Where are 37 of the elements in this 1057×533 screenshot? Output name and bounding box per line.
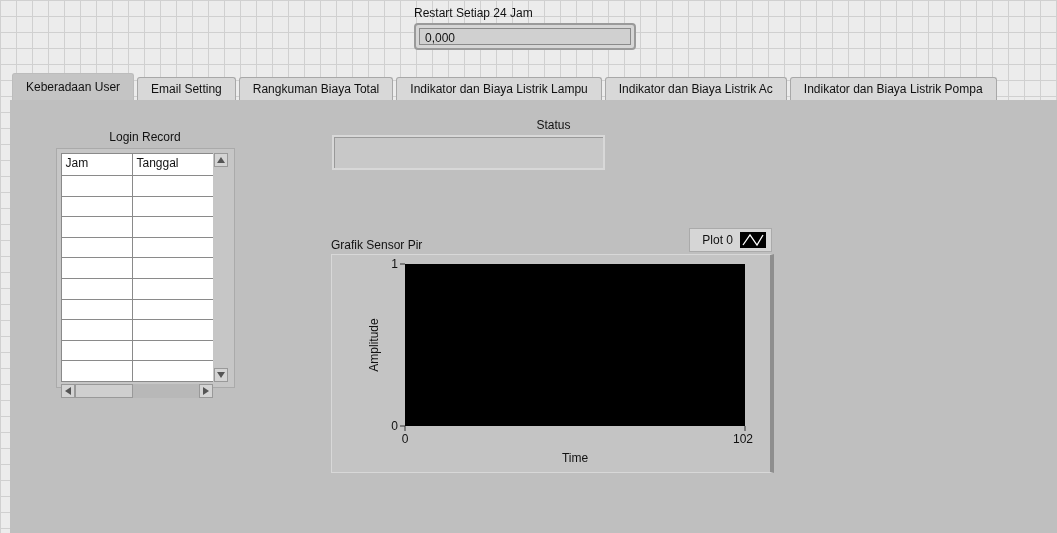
table-cell xyxy=(61,176,132,196)
scroll-left-button[interactable] xyxy=(60,383,75,398)
line-icon xyxy=(740,232,766,248)
table-cell xyxy=(61,320,132,340)
graph-title: Grafik Sensor Pir xyxy=(331,238,423,252)
scroll-down-button[interactable] xyxy=(214,367,228,382)
x-tick-label: 0 xyxy=(401,432,409,446)
tab[interactable]: Keberadaan User xyxy=(12,73,135,100)
table-cell xyxy=(61,340,132,361)
x-axis-label: Time xyxy=(561,451,589,465)
y-axis-label: Amplitude xyxy=(367,318,381,372)
scroll-up-button[interactable] xyxy=(214,153,228,167)
tab[interactable]: Indikator dan Biaya Listrik Pompa xyxy=(789,77,997,100)
scroll-right-button[interactable] xyxy=(198,383,213,398)
table-cell xyxy=(61,196,132,217)
status-label: Status xyxy=(536,118,571,132)
tab[interactable]: Indikator dan Biaya Listrik Lampu xyxy=(396,77,602,100)
table-cell xyxy=(61,299,132,320)
table-cell xyxy=(61,237,132,258)
column-header: Jam xyxy=(61,154,132,175)
y-tick-label: 1 xyxy=(391,257,398,271)
scroll-thumb[interactable] xyxy=(74,383,133,398)
table-cell xyxy=(61,278,132,299)
table-cell xyxy=(61,258,132,278)
tab[interactable]: Rangkuman Biaya Total xyxy=(238,77,394,100)
horizontal-scrollbar[interactable] xyxy=(60,383,213,398)
restart-field[interactable]: 0,000 xyxy=(414,23,636,50)
table-cell xyxy=(61,361,132,381)
x-tick-label: 102 xyxy=(732,432,753,446)
tab[interactable]: Indikator dan Biaya Listrik Ac xyxy=(604,77,787,100)
plot-legend[interactable]: Plot 0 xyxy=(689,228,772,252)
restart-label: Restart Setiap 24 Jam xyxy=(414,6,533,20)
table-title: Login Record xyxy=(109,130,181,144)
y-tick-label: 0 xyxy=(391,419,398,433)
table-cell xyxy=(61,217,132,237)
tab[interactable]: Email Setting xyxy=(137,77,236,100)
column-header: Tanggal xyxy=(132,154,213,175)
